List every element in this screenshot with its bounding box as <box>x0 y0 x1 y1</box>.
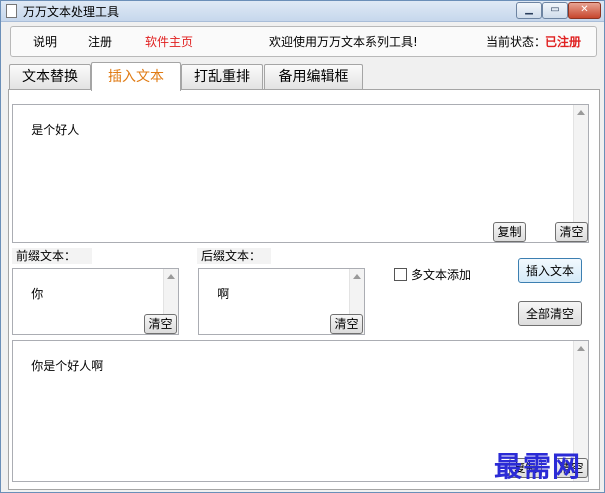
status-value: 已注册 <box>545 35 582 49</box>
scroll-up-icon[interactable] <box>577 110 585 115</box>
multi-text-checkbox[interactable] <box>394 268 407 281</box>
scroll-up-icon[interactable] <box>167 274 175 279</box>
tab-insert-text[interactable]: 插入文本 <box>91 62 181 91</box>
prefix-label: 前缀文本： <box>12 248 92 264</box>
suffix-label: 后缀文本： <box>197 248 271 264</box>
result-text: 你是个好人啊 <box>31 359 104 373</box>
source-copy-button[interactable]: 复制 <box>493 222 526 242</box>
readme-link[interactable]: 说明 <box>33 33 57 50</box>
homepage-link[interactable]: 软件主页 <box>145 33 193 50</box>
tab-text-replace[interactable]: 文本替换 <box>9 64 91 90</box>
title-bar: 万万文本处理工具 ▁ ▭ ✕ <box>1 1 604 22</box>
app-icon <box>6 4 17 18</box>
maximize-button[interactable]: ▭ <box>542 2 568 19</box>
tab-backup-editor[interactable]: 备用编辑框 <box>264 64 363 90</box>
clear-all-button[interactable]: 全部清空 <box>518 301 582 326</box>
suffix-clear-button[interactable]: 清空 <box>330 314 363 334</box>
tab-shuffle[interactable]: 打乱重排 <box>181 64 263 90</box>
status-label: 当前状态： <box>486 35 547 49</box>
window-title: 万万文本处理工具 <box>23 5 120 19</box>
prefix-text: 你 <box>31 287 44 301</box>
app-window: 万万文本处理工具 ▁ ▭ ✕ 说明 注册 软件主页 欢迎使用万万文本系列工具! … <box>0 0 605 493</box>
source-text: 是个好人 <box>31 123 80 137</box>
scroll-up-icon[interactable] <box>577 346 585 351</box>
top-info-bar: 说明 注册 软件主页 欢迎使用万万文本系列工具! 当前状态： 已注册 <box>10 26 597 57</box>
watermark-text: 最需网 <box>494 450 582 483</box>
insert-text-button[interactable]: 插入文本 <box>518 258 582 283</box>
register-link[interactable]: 注册 <box>88 33 112 50</box>
welcome-text: 欢迎使用万万文本系列工具! <box>269 35 418 49</box>
minimize-button[interactable]: ▁ <box>516 2 542 19</box>
suffix-text: 啊 <box>217 287 230 301</box>
source-clear-button[interactable]: 清空 <box>555 222 588 242</box>
scroll-up-icon[interactable] <box>353 274 361 279</box>
multi-text-label: 多文本添加 <box>411 268 472 282</box>
prefix-clear-button[interactable]: 清空 <box>144 314 177 334</box>
close-button[interactable]: ✕ <box>568 2 601 19</box>
